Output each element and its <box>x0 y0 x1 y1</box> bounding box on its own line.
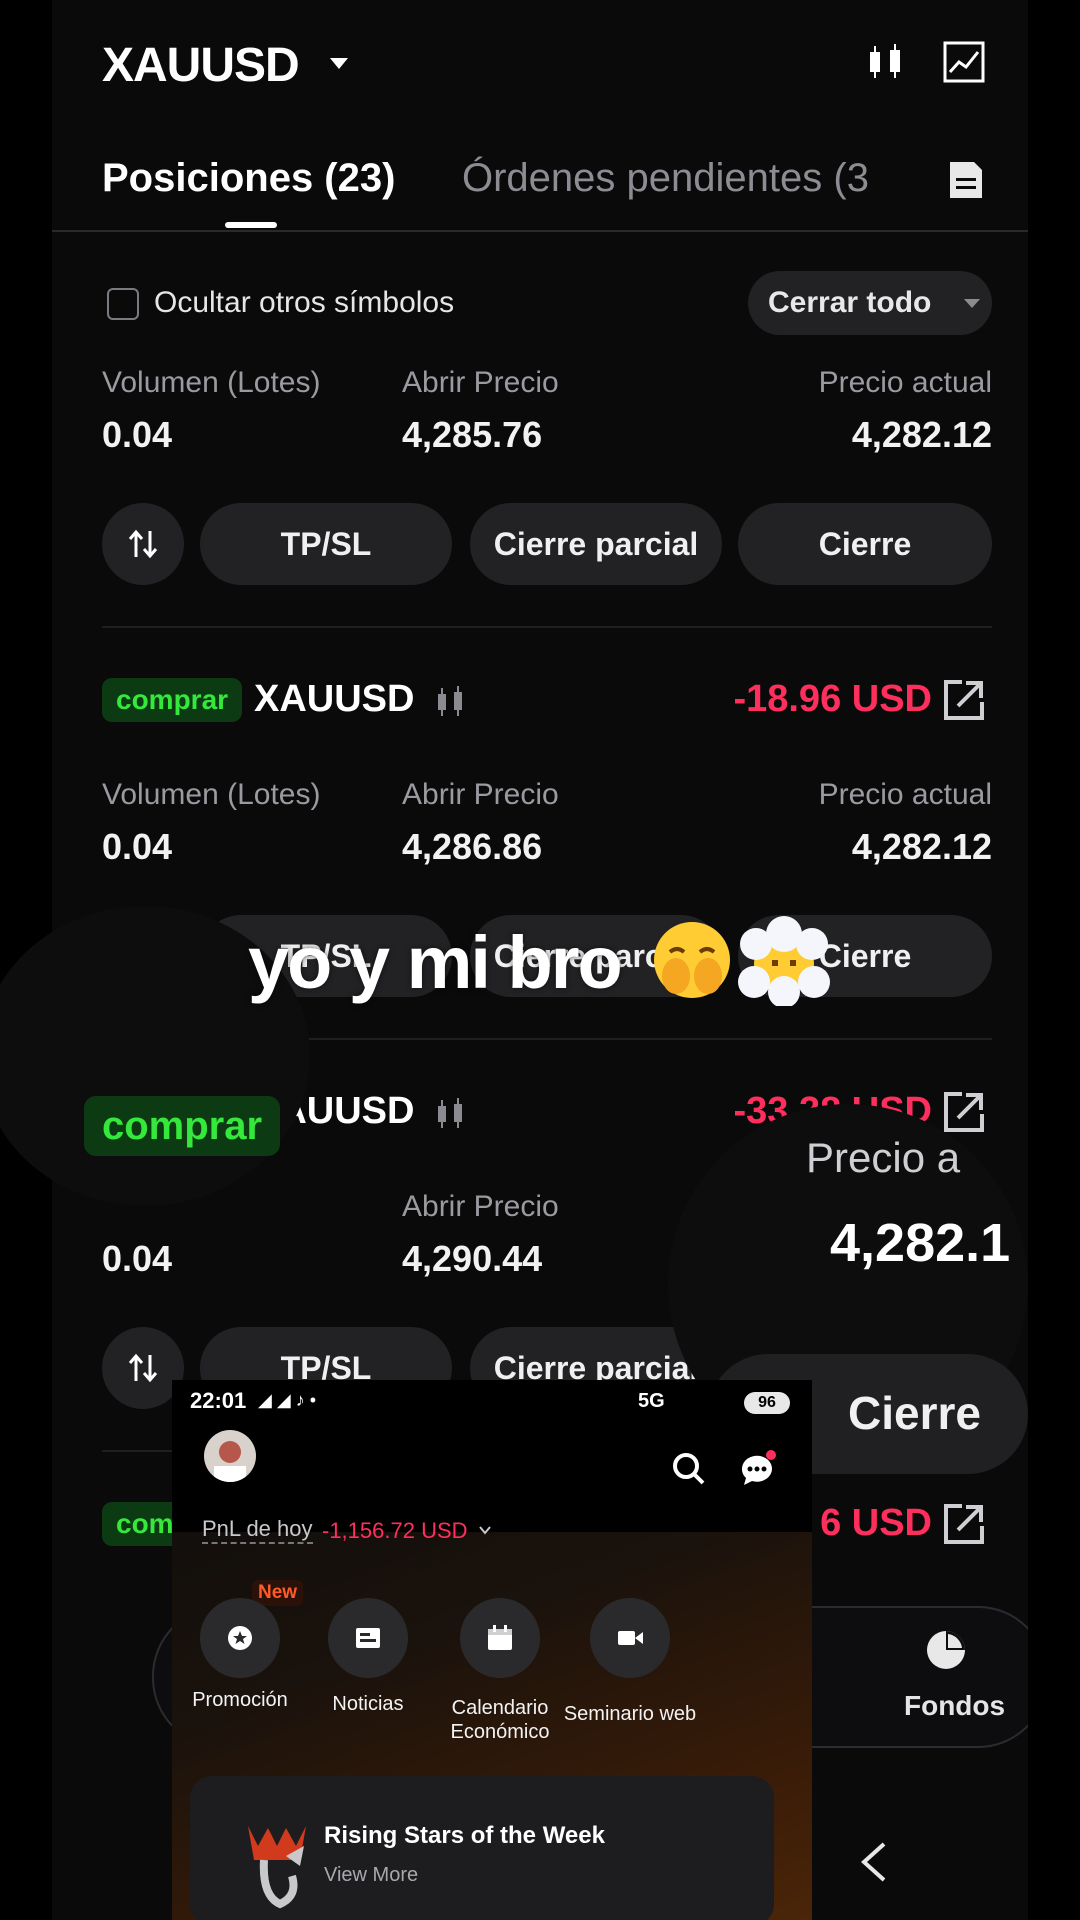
shortcut-news[interactable] <box>328 1598 408 1678</box>
shortcut-promotion[interactable] <box>200 1598 280 1678</box>
symbol-selector[interactable]: XAUUSD <box>102 38 300 93</box>
swap-arrows-icon <box>128 1353 158 1383</box>
tpsl-button[interactable]: TP/SL <box>200 503 452 585</box>
share-icon[interactable] <box>942 1090 986 1134</box>
shortcut-label: Noticias <box>332 1693 404 1715</box>
shortcut-webinar[interactable] <box>590 1598 670 1678</box>
volume-value: 0.04 <box>102 826 173 867</box>
active-tab-indicator <box>225 222 277 228</box>
chevron-down-icon[interactable] <box>330 58 348 69</box>
pie-chart-icon[interactable] <box>924 1628 968 1672</box>
buy-badge: comprar <box>84 1096 281 1156</box>
status-time: 22:01 <box>190 1388 247 1413</box>
share-icon[interactable] <box>942 678 986 722</box>
back-chevron-icon[interactable] <box>858 1840 888 1884</box>
card-title: Rising Stars of the Week <box>324 1822 605 1849</box>
nav-item-funds[interactable]: Fondos <box>904 1690 1005 1722</box>
pnl-today-value: -1,156.72 USD <box>322 1518 468 1543</box>
position-pnl: -18.96 USD <box>733 678 932 720</box>
video-camera-icon <box>618 1631 643 1645</box>
video-caption: yo y mi bro <box>248 921 623 1004</box>
new-badge: New <box>252 1580 304 1606</box>
position-pnl: 6 USD <box>820 1502 932 1544</box>
open-price-value: 4,286.86 <box>402 826 543 867</box>
current-price-value: 4,282.12 <box>851 826 992 867</box>
reverse-position-button[interactable] <box>102 503 184 585</box>
current-price-value: 4,282.12 <box>851 414 992 455</box>
phone-screenshot-overlay: 22:01 ◢ ◢ ♪ • 5G 96 PnL de hoy -1,156.72… <box>172 1380 812 1920</box>
network-indicator: 5G <box>638 1390 665 1412</box>
current-price-label: Precio actual <box>818 366 992 399</box>
shortcut-label: Seminario web <box>563 1703 697 1725</box>
position-tabs: Posiciones (23) Órdenes pendientes (3 <box>52 140 1028 232</box>
view-more-link[interactable]: View More <box>324 1864 418 1887</box>
header: XAUUSD <box>52 0 1028 130</box>
pnl-today-label[interactable]: PnL de hoy <box>202 1516 313 1544</box>
close-all-label: Cerrar todo <box>768 286 932 319</box>
close-button[interactable]: Cierre <box>738 503 992 585</box>
partial-close-button[interactable]: Cierre parcial <box>470 503 722 585</box>
close-all-button[interactable]: Cerrar todo <box>748 271 992 335</box>
star-badge-icon <box>228 1626 252 1650</box>
document-icon[interactable] <box>948 160 984 200</box>
shortcut-economic-calendar[interactable] <box>460 1598 540 1678</box>
current-price-value: 4,282.1 <box>830 1213 1011 1273</box>
open-price-label: Abrir Precio <box>402 366 559 399</box>
open-price-value: 4,285.76 <box>402 414 543 455</box>
news-icon <box>356 1628 380 1648</box>
filter-row: Ocultar otros símbolos Cerrar todo <box>52 268 1028 338</box>
volume-value: 0.04 <box>102 1238 173 1279</box>
chart-icon[interactable] <box>942 40 986 84</box>
tab-positions[interactable]: Posiciones (23) <box>102 156 395 201</box>
open-price-label: Abrir Precio <box>402 778 559 811</box>
face-with-hand-over-mouth-icon <box>654 922 730 998</box>
volume-label: Volumen (Lotes) <box>102 366 321 399</box>
trophy-icon <box>248 1826 306 1909</box>
chevron-down-icon <box>964 299 980 308</box>
open-price-label: Abrir Precio <box>402 1190 559 1223</box>
face-in-clouds-icon <box>738 916 830 1006</box>
current-price-label: Precio a <box>806 1134 961 1181</box>
rising-stars-card[interactable]: Rising Stars of the Week View More <box>190 1776 774 1920</box>
hide-others-checkbox[interactable] <box>107 288 139 320</box>
avatar[interactable] <box>204 1430 256 1482</box>
search-icon[interactable] <box>672 1452 706 1486</box>
chat-icon[interactable] <box>738 1450 776 1488</box>
candlestick-icon[interactable] <box>864 40 908 84</box>
candlestick-icon[interactable] <box>434 684 468 718</box>
calendar-icon <box>488 1625 512 1650</box>
close-label: Cierre <box>848 1387 981 1439</box>
avatar-icon <box>214 1441 246 1482</box>
buy-badge: comprar <box>102 678 243 722</box>
swap-arrows-icon <box>128 529 158 559</box>
share-icon[interactable] <box>942 1502 986 1546</box>
divider <box>102 626 992 628</box>
notification-icons: ◢ ◢ ♪ • <box>258 1390 316 1410</box>
status-bar: 22:01 ◢ ◢ ♪ • 5G 96 <box>172 1380 812 1436</box>
position-symbol: XAUUSD <box>254 678 415 720</box>
volume-value: 0.04 <box>102 414 173 455</box>
battery-indicator: 96 <box>744 1392 790 1414</box>
open-price-value: 4,290.44 <box>402 1238 543 1279</box>
hide-others-label: Ocultar otros símbolos <box>154 286 455 319</box>
current-price-label: Precio actual <box>818 778 992 811</box>
candlestick-icon[interactable] <box>434 1096 468 1130</box>
volume-label: Volumen (Lotes) <box>102 778 321 811</box>
tab-pending-orders[interactable]: Órdenes pendientes (3 <box>462 156 872 201</box>
chevron-down-icon[interactable] <box>478 1524 492 1536</box>
